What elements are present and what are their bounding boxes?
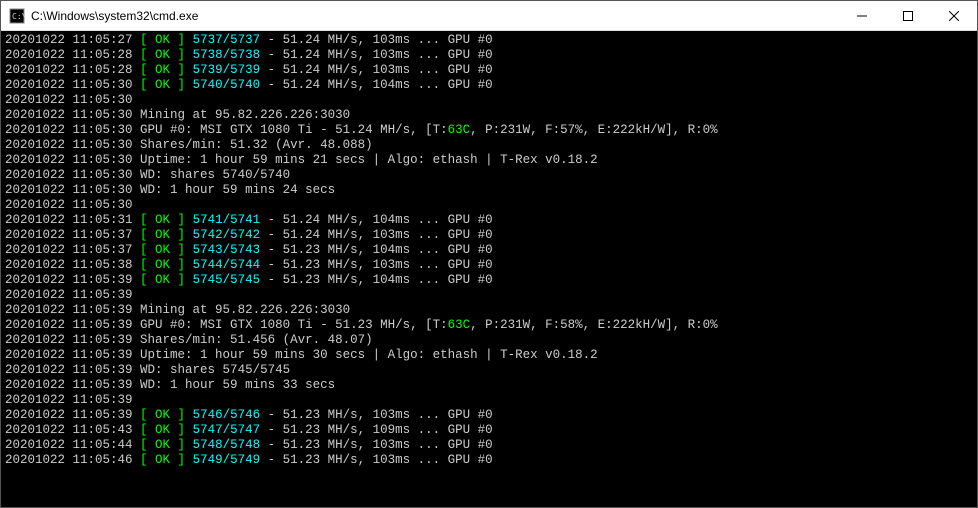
log-line: 20201022 11:05:39 [ OK ] 5746/5746 - 51.… <box>5 408 973 423</box>
log-line: 20201022 11:05:30 Shares/min: 51.32 (Avr… <box>5 138 973 153</box>
log-line: 20201022 11:05:39 WD: 1 hour 59 mins 33 … <box>5 378 973 393</box>
minimize-button[interactable] <box>839 1 885 30</box>
log-line: 20201022 11:05:30 Uptime: 1 hour 59 mins… <box>5 153 973 168</box>
maximize-button[interactable] <box>885 1 931 30</box>
log-line: 20201022 11:05:44 [ OK ] 5748/5748 - 51.… <box>5 438 973 453</box>
log-line: 20201022 11:05:39 GPU #0: MSI GTX 1080 T… <box>5 318 973 333</box>
log-line: 20201022 11:05:30 [ OK ] 5740/5740 - 51.… <box>5 78 973 93</box>
log-line: 20201022 11:05:28 [ OK ] 5738/5738 - 51.… <box>5 48 973 63</box>
log-line: 20201022 11:05:27 [ OK ] 5737/5737 - 51.… <box>5 33 973 48</box>
log-line: 20201022 11:05:30 <box>5 93 973 108</box>
log-line: 20201022 11:05:30 GPU #0: MSI GTX 1080 T… <box>5 123 973 138</box>
log-line: 20201022 11:05:37 [ OK ] 5743/5743 - 51.… <box>5 243 973 258</box>
window-title: C:\Windows\system32\cmd.exe <box>31 9 839 23</box>
log-line: 20201022 11:05:30 WD: shares 5740/5740 <box>5 168 973 183</box>
terminal-output[interactable]: 20201022 11:05:27 [ OK ] 5737/5737 - 51.… <box>1 31 977 507</box>
log-line: 20201022 11:05:30 Mining at 95.82.226.22… <box>5 108 973 123</box>
cmd-window: C:\ C:\Windows\system32\cmd.exe 20201022… <box>0 0 978 508</box>
log-line: 20201022 11:05:38 [ OK ] 5744/5744 - 51.… <box>5 258 973 273</box>
window-controls <box>839 1 977 30</box>
log-line: 20201022 11:05:39 [ OK ] 5745/5745 - 51.… <box>5 273 973 288</box>
log-line: 20201022 11:05:39 Uptime: 1 hour 59 mins… <box>5 348 973 363</box>
log-line: 20201022 11:05:39 <box>5 288 973 303</box>
titlebar[interactable]: C:\ C:\Windows\system32\cmd.exe <box>1 1 977 31</box>
log-line: 20201022 11:05:39 WD: shares 5745/5745 <box>5 363 973 378</box>
close-button[interactable] <box>931 1 977 30</box>
log-line: 20201022 11:05:43 [ OK ] 5747/5747 - 51.… <box>5 423 973 438</box>
log-line: 20201022 11:05:37 [ OK ] 5742/5742 - 51.… <box>5 228 973 243</box>
cmd-icon: C:\ <box>9 8 25 24</box>
log-line: 20201022 11:05:39 <box>5 393 973 408</box>
log-line: 20201022 11:05:28 [ OK ] 5739/5739 - 51.… <box>5 63 973 78</box>
log-line: 20201022 11:05:39 Shares/min: 51.456 (Av… <box>5 333 973 348</box>
log-line: 20201022 11:05:39 Mining at 95.82.226.22… <box>5 303 973 318</box>
svg-text:C:\: C:\ <box>12 12 25 21</box>
log-line: 20201022 11:05:30 <box>5 198 973 213</box>
log-line: 20201022 11:05:31 [ OK ] 5741/5741 - 51.… <box>5 213 973 228</box>
log-line: 20201022 11:05:46 [ OK ] 5749/5749 - 51.… <box>5 453 973 468</box>
log-line: 20201022 11:05:30 WD: 1 hour 59 mins 24 … <box>5 183 973 198</box>
